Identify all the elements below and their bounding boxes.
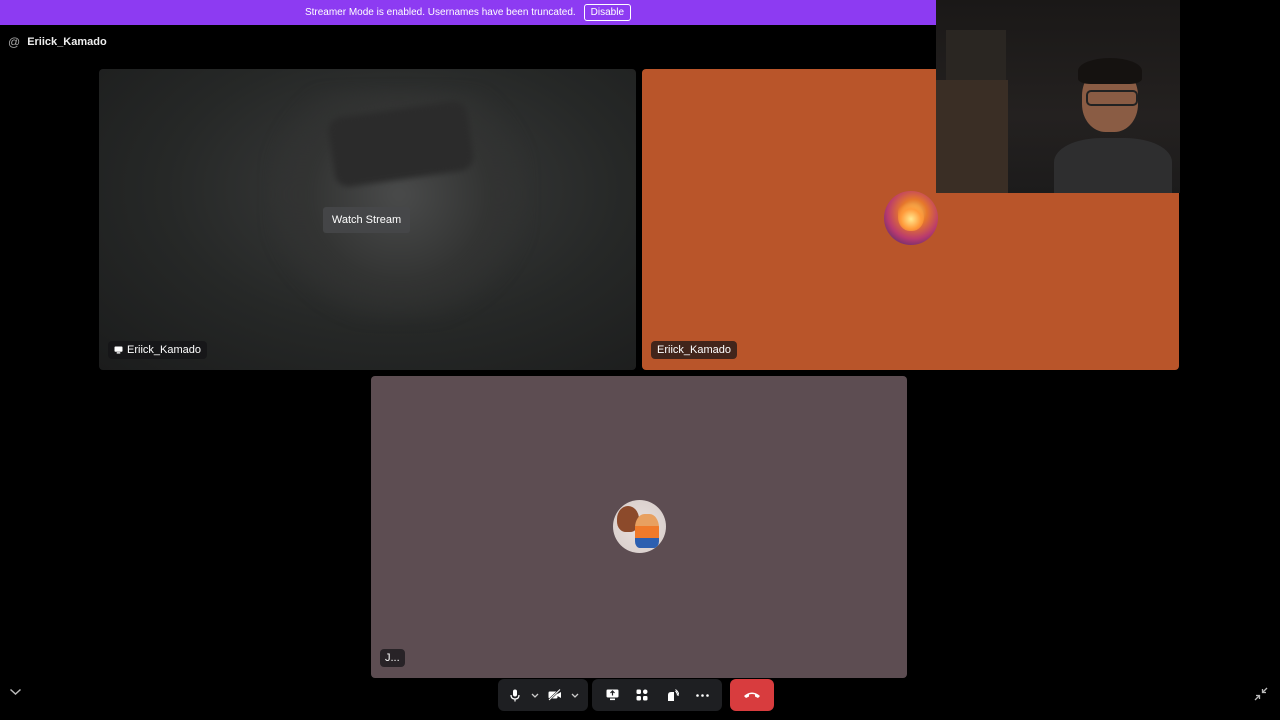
webcam-background-cabinet: [936, 80, 1008, 193]
soundboard-button[interactable]: [658, 681, 686, 709]
chevron-down-icon: [531, 693, 539, 698]
user-username-label: Eriick_Kamado: [651, 341, 737, 359]
activities-icon: [636, 689, 648, 701]
user-username: J...: [385, 652, 400, 664]
screen-share-icon: [114, 346, 123, 354]
streamer-mode-message: Streamer Mode is enabled. Usernames have…: [304, 7, 576, 18]
channel-name: Eriick_Kamado: [27, 36, 107, 48]
chevron-down-icon: [571, 693, 579, 698]
watch-stream-button[interactable]: Watch Stream: [323, 207, 410, 233]
user-avatar: [884, 191, 938, 245]
screen-share-icon: [606, 689, 618, 701]
disable-streamer-mode-button[interactable]: Disable: [583, 4, 632, 21]
chevron-down-icon[interactable]: [9, 688, 22, 696]
camera-off-icon: [548, 689, 561, 701]
activities-button[interactable]: [628, 681, 656, 709]
webcam-person-hair: [1078, 58, 1142, 84]
channel-header: @ Eriick_Kamado: [8, 34, 107, 50]
microphone-icon: [510, 689, 520, 701]
call-view: Streamer Mode is enabled. Usernames have…: [0, 0, 1280, 720]
at-icon: @: [8, 35, 21, 49]
disconnect-button[interactable]: [730, 679, 774, 711]
camera-button[interactable]: [544, 681, 566, 709]
camera-options-button[interactable]: [568, 681, 582, 709]
stream-tile[interactable]: Watch Stream Eriick_Kamado: [99, 69, 636, 370]
exit-fullscreen-icon[interactable]: [1254, 687, 1268, 701]
webcam-person-body: [1054, 138, 1172, 193]
call-controls: [498, 678, 774, 712]
avatar-kid-figure: [635, 514, 659, 548]
hang-up-icon: [744, 692, 760, 698]
user-username-label: J...: [380, 649, 405, 667]
soundboard-icon: [667, 688, 679, 701]
microphone-button[interactable]: [504, 681, 526, 709]
user-tile-j[interactable]: J...: [371, 376, 907, 678]
user-username: Eriick_Kamado: [657, 344, 731, 356]
user-avatar: [613, 500, 666, 553]
share-screen-button[interactable]: [598, 681, 626, 709]
audio-video-group: [498, 679, 588, 711]
streamer-mode-banner: Streamer Mode is enabled. Usernames have…: [0, 0, 936, 25]
webcam-background-shelf: [946, 30, 1006, 80]
more-icon: [695, 693, 709, 697]
webcam-person-glasses: [1086, 90, 1138, 106]
stream-username: Eriick_Kamado: [127, 344, 201, 356]
webcam-overlay: [936, 0, 1180, 193]
webcam-person: [1054, 54, 1172, 193]
actions-group: [592, 679, 722, 711]
more-options-button[interactable]: [688, 681, 716, 709]
microphone-options-button[interactable]: [528, 681, 542, 709]
stream-username-label: Eriick_Kamado: [108, 341, 207, 359]
